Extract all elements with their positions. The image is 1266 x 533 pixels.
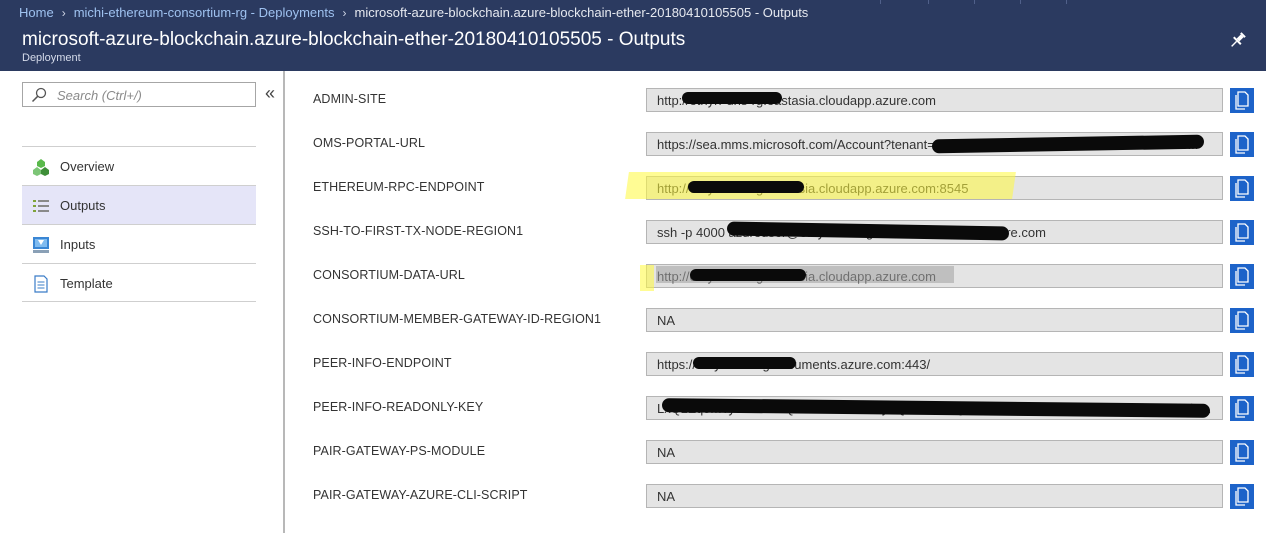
highlighter-mark bbox=[625, 172, 1016, 199]
redaction-scribble bbox=[688, 181, 804, 193]
outputs-icon bbox=[33, 200, 49, 212]
copy-button[interactable] bbox=[1230, 396, 1254, 421]
breadcrumb-home-link[interactable]: Home bbox=[19, 5, 54, 20]
output-row: PAIR-GATEWAY-PS-MODULE NA bbox=[313, 430, 1258, 474]
menu-list: Overview Outputs Inputs Template bbox=[22, 146, 256, 302]
tab-divider bbox=[928, 0, 929, 4]
search-icon bbox=[31, 87, 47, 103]
pin-icon[interactable] bbox=[1228, 30, 1248, 50]
tab-divider bbox=[974, 0, 975, 4]
menu-item-label: Template bbox=[60, 276, 113, 291]
copy-icon bbox=[1235, 223, 1249, 242]
menu-item-inputs[interactable]: Inputs bbox=[22, 224, 256, 263]
copy-button[interactable] bbox=[1230, 132, 1254, 157]
search-input[interactable] bbox=[57, 86, 247, 104]
copy-icon bbox=[1235, 267, 1249, 286]
output-key: ETHEREUM-RPC-ENDPOINT bbox=[313, 180, 485, 194]
copy-button[interactable] bbox=[1230, 220, 1254, 245]
search-box[interactable] bbox=[22, 82, 256, 107]
tab-divider bbox=[1020, 0, 1021, 4]
menu-item-template[interactable]: Template bbox=[22, 263, 256, 302]
output-value-field[interactable]: NA bbox=[646, 308, 1223, 332]
overview-icon bbox=[33, 159, 49, 176]
breadcrumb-bar: Home › michi-ethereum-consortium-rg - Depl… bbox=[0, 0, 1266, 26]
breadcrumb: Home › michi-ethereum-consortium-rg - Depl… bbox=[19, 5, 808, 20]
page-title: microsoft-azure-blockchain.azure-blockch… bbox=[22, 29, 686, 50]
copy-icon bbox=[1235, 135, 1249, 154]
output-key: PEER-INFO-READONLY-KEY bbox=[313, 400, 484, 414]
copy-button[interactable] bbox=[1230, 308, 1254, 333]
output-key: PAIR-GATEWAY-PS-MODULE bbox=[313, 444, 486, 458]
copy-button[interactable] bbox=[1230, 484, 1254, 509]
copy-icon bbox=[1235, 487, 1249, 506]
collapse-menu-icon[interactable]: « bbox=[265, 83, 275, 103]
copy-icon bbox=[1235, 355, 1249, 374]
output-row: ADMIN-SITE http://ethyrf-dns-rg.eastasia… bbox=[313, 78, 1258, 122]
output-key: PAIR-GATEWAY-AZURE-CLI-SCRIPT bbox=[313, 488, 528, 502]
copy-button[interactable] bbox=[1230, 176, 1254, 201]
copy-button[interactable] bbox=[1230, 264, 1254, 289]
output-key: OMS-PORTAL-URL bbox=[313, 136, 426, 150]
blade-header: microsoft-azure-blockchain.azure-blockch… bbox=[0, 26, 1266, 71]
output-value-field[interactable]: NA bbox=[646, 440, 1223, 464]
output-key: ADMIN-SITE bbox=[313, 92, 387, 106]
menu-item-overview[interactable]: Overview bbox=[22, 146, 256, 185]
copy-button[interactable] bbox=[1230, 88, 1254, 113]
breadcrumb-separator-icon: › bbox=[61, 6, 66, 20]
tab-divider bbox=[880, 0, 881, 4]
redaction-scribble bbox=[690, 269, 806, 281]
copy-button[interactable] bbox=[1230, 352, 1254, 377]
output-key: PEER-INFO-ENDPOINT bbox=[313, 356, 452, 370]
menu-item-label: Inputs bbox=[60, 237, 96, 252]
copy-icon bbox=[1235, 91, 1249, 110]
output-row: PAIR-GATEWAY-AZURE-CLI-SCRIPT NA bbox=[313, 474, 1258, 518]
output-key: CONSORTIUM-MEMBER-GATEWAY-ID-REGION1 bbox=[313, 312, 602, 326]
copy-icon bbox=[1235, 311, 1249, 330]
breadcrumb-current: microsoft-azure-blockchain.azure-blockch… bbox=[354, 5, 809, 20]
copy-icon bbox=[1235, 179, 1249, 198]
output-key: SSH-TO-FIRST-TX-NODE-REGION1 bbox=[313, 224, 524, 238]
menu-item-label: Outputs bbox=[60, 198, 106, 213]
page-subtitle: Deployment bbox=[22, 52, 81, 64]
copy-icon bbox=[1235, 399, 1249, 418]
tab-divider bbox=[1066, 0, 1067, 4]
output-key: CONSORTIUM-DATA-URL bbox=[313, 268, 465, 282]
breadcrumb-deployments-link[interactable]: michi-ethereum-consortium-rg - Deploymen… bbox=[74, 5, 335, 20]
redaction-scribble bbox=[693, 357, 796, 369]
menu-item-outputs[interactable]: Outputs bbox=[22, 185, 256, 224]
redaction-scribble bbox=[682, 92, 782, 104]
output-row: CONSORTIUM-MEMBER-GATEWAY-ID-REGION1 NA bbox=[313, 298, 1258, 342]
menu-item-label: Overview bbox=[60, 159, 115, 174]
breadcrumb-separator-icon: › bbox=[342, 6, 347, 20]
output-value-field[interactable]: NA bbox=[646, 484, 1223, 508]
resource-menu: « Overview Outputs bbox=[0, 71, 285, 533]
copy-button[interactable] bbox=[1230, 440, 1254, 465]
inputs-icon bbox=[33, 237, 49, 253]
highlighter-mark bbox=[640, 265, 654, 291]
copy-icon bbox=[1235, 443, 1249, 462]
template-icon bbox=[34, 275, 48, 293]
